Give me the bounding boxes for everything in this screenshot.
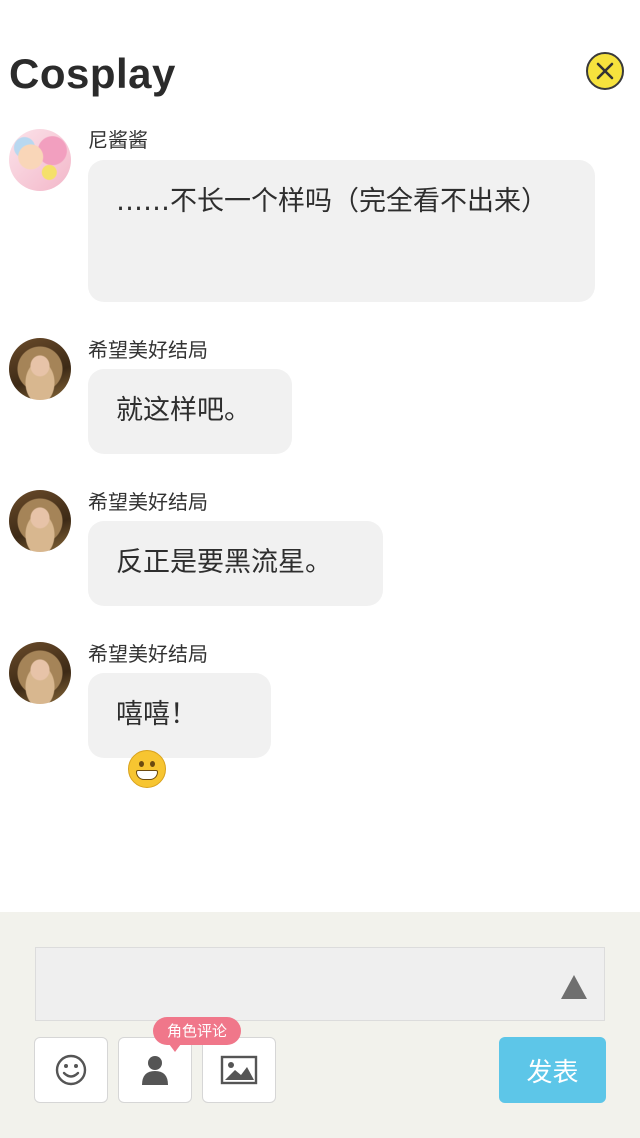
message-bubble: ……不长一个样吗（完全看不出来）	[88, 160, 595, 302]
avatar[interactable]	[9, 129, 71, 191]
close-button[interactable]	[586, 52, 624, 90]
username[interactable]: 尼酱酱	[88, 124, 148, 153]
publish-button[interactable]: 发表	[499, 1037, 606, 1103]
avatar[interactable]	[9, 642, 71, 704]
username[interactable]: 希望美好结局	[88, 638, 208, 667]
message-bubble: 嘻嘻！	[88, 673, 271, 788]
username[interactable]: 希望美好结局	[88, 334, 208, 363]
message-text: 反正是要黑流星。	[116, 547, 332, 578]
avatar[interactable]	[9, 490, 71, 552]
grinning-face-icon	[128, 749, 166, 788]
comment-input[interactable]	[35, 947, 605, 1021]
close-icon	[596, 62, 614, 80]
image-icon	[220, 1055, 258, 1085]
triangle-up-icon[interactable]	[561, 975, 587, 999]
page-title: Cosplay	[9, 50, 176, 97]
message-text: 嘻嘻！	[116, 699, 197, 730]
role-comment-tag: 角色评论	[153, 1017, 242, 1052]
message-bubble: 就这样吧。	[88, 369, 292, 454]
emoji-button[interactable]	[34, 1037, 108, 1103]
image-button[interactable]	[202, 1037, 276, 1103]
avatar[interactable]	[9, 338, 71, 400]
person-icon	[142, 1056, 168, 1085]
smiley-icon	[55, 1054, 87, 1086]
username[interactable]: 希望美好结局	[88, 486, 208, 515]
message-bubble: 反正是要黑流星。	[88, 521, 383, 606]
composer-panel	[0, 912, 640, 1138]
message-text: ……不长一个样吗（完全看不出来）	[116, 186, 548, 217]
message-text: 就这样吧。	[116, 395, 251, 426]
